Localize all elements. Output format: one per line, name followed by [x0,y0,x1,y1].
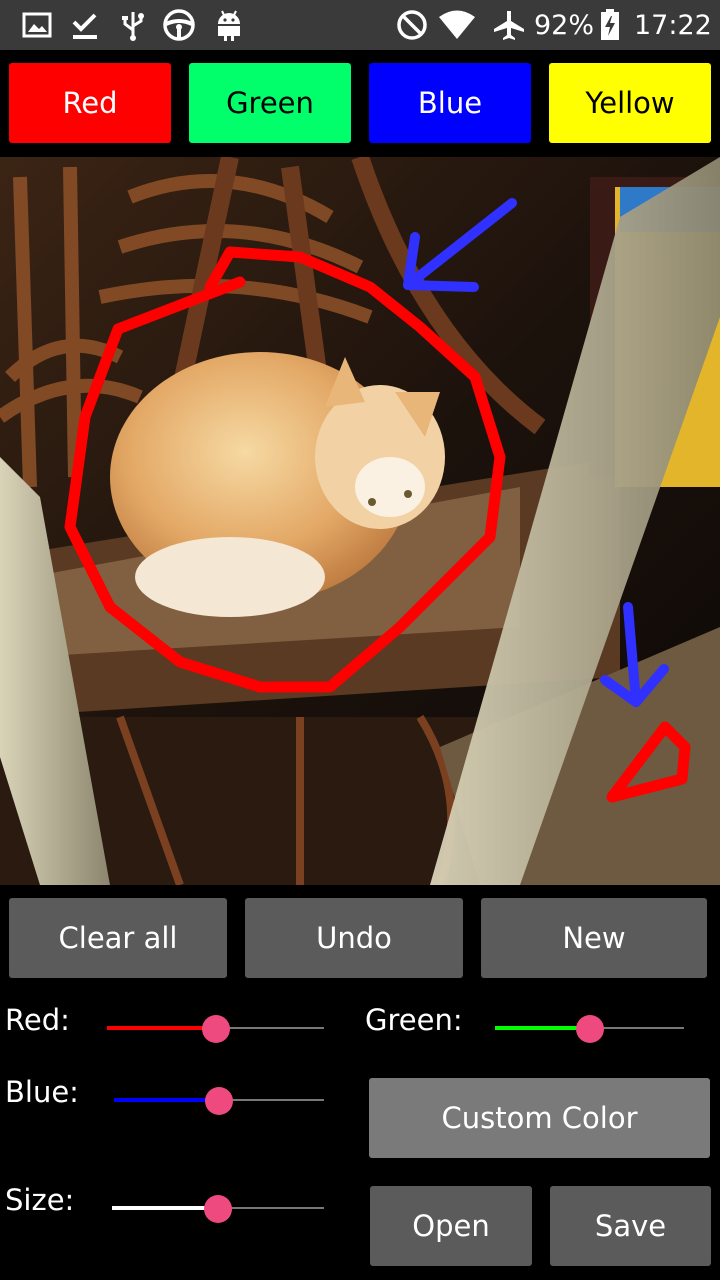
custom-color-button[interactable]: Custom Color [369,1078,710,1158]
image-icon [22,12,52,38]
usb-icon [122,12,144,41]
airplane-mode-icon [494,11,524,40]
slider-thumb[interactable] [201,1015,230,1043]
blue-color-button[interactable]: Blue [369,63,531,143]
battery-percent: 92% [534,10,595,41]
status-bar: 92% 17:22 [0,0,720,50]
slider-thumb[interactable] [575,1015,604,1043]
open-button[interactable]: Open [370,1186,532,1266]
slider-fill [114,1098,219,1102]
red-slider[interactable] [107,1013,324,1043]
blue-slider[interactable] [114,1085,324,1115]
battery-charging-icon [601,9,619,40]
steering-wheel-icon [163,9,195,41]
size-slider[interactable] [112,1193,324,1223]
yellow-color-button[interactable]: Yellow [549,63,711,143]
clear-all-button[interactable]: Clear all [9,898,227,978]
download-done-icon [72,13,97,39]
canvas-photo [0,157,720,885]
undo-button[interactable]: Undo [245,898,463,978]
slider-fill [112,1206,218,1210]
new-button[interactable]: New [481,898,707,978]
do-not-disturb-icon [397,10,427,40]
slider-thumb[interactable] [204,1195,232,1223]
green-slider-label: Green: [365,1003,463,1037]
wifi-icon [439,10,475,39]
slider-fill [107,1026,216,1030]
red-color-button[interactable]: Red [9,63,171,143]
green-slider[interactable] [495,1013,684,1043]
blue-slider-label: Blue: [5,1075,79,1109]
red-slider-label: Red: [5,1003,70,1037]
clock: 17:22 [634,10,712,41]
green-color-button[interactable]: Green [189,63,351,143]
save-button[interactable]: Save [550,1186,711,1266]
drawing-canvas[interactable] [0,157,720,885]
size-slider-label: Size: [5,1183,75,1217]
slider-thumb[interactable] [205,1087,233,1115]
android-icon [218,10,240,41]
